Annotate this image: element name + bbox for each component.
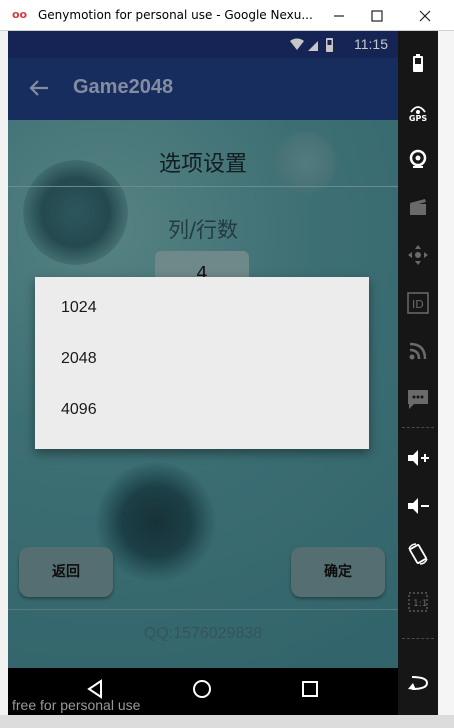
- close-icon[interactable]: [405, 0, 445, 31]
- background-desktop-strip-right: [438, 31, 454, 728]
- id-label: ID: [412, 298, 424, 311]
- volume-up-icon[interactable]: [398, 442, 438, 474]
- back-icon[interactable]: [398, 667, 438, 699]
- options-popup: 1024 2048 4096: [35, 277, 369, 449]
- toolbar-separator: [402, 638, 434, 639]
- battery-icon[interactable]: [398, 47, 438, 79]
- background-taskbar: [0, 715, 454, 728]
- popup-option-2048[interactable]: 2048: [35, 328, 369, 379]
- background-desktop-strip: [0, 31, 8, 728]
- volume-down-icon[interactable]: [398, 490, 438, 522]
- gps-icon[interactable]: GPS: [398, 97, 438, 129]
- nav-recents-icon[interactable]: [295, 678, 325, 706]
- svg-text:1:1: 1:1: [413, 599, 427, 609]
- watermark: free for personal use: [12, 697, 141, 713]
- rss-icon[interactable]: [398, 335, 438, 367]
- scale-icon[interactable]: 1:1: [398, 586, 438, 618]
- dpad-icon[interactable]: [398, 239, 438, 271]
- android-screen: 11:15 Game2048 选项设置 列/行数 4 返回 确定 QQ:1576…: [8, 31, 398, 668]
- clapperboard-icon[interactable]: [398, 191, 438, 223]
- genymotion-toolbar: GPS ID 1:1: [398, 31, 438, 715]
- genymotion-app-icon: oo: [12, 8, 28, 21]
- sms-icon[interactable]: [398, 383, 438, 415]
- popup-option-1024[interactable]: 1024: [35, 277, 369, 328]
- window-title: Genymotion for personal use - Google Nex…: [38, 8, 313, 22]
- camera-icon[interactable]: [398, 143, 438, 175]
- maximize-icon[interactable]: [357, 0, 397, 31]
- gps-label: GPS: [408, 113, 428, 123]
- popup-option-4096[interactable]: 4096: [35, 379, 369, 430]
- minimize-icon[interactable]: [319, 0, 359, 31]
- nav-home-icon[interactable]: [187, 678, 217, 706]
- window-titlebar: oo Genymotion for personal use - Google …: [0, 0, 454, 31]
- id-icon[interactable]: ID: [398, 287, 438, 319]
- rotate-icon[interactable]: [398, 538, 438, 570]
- toolbar-separator: [402, 427, 434, 428]
